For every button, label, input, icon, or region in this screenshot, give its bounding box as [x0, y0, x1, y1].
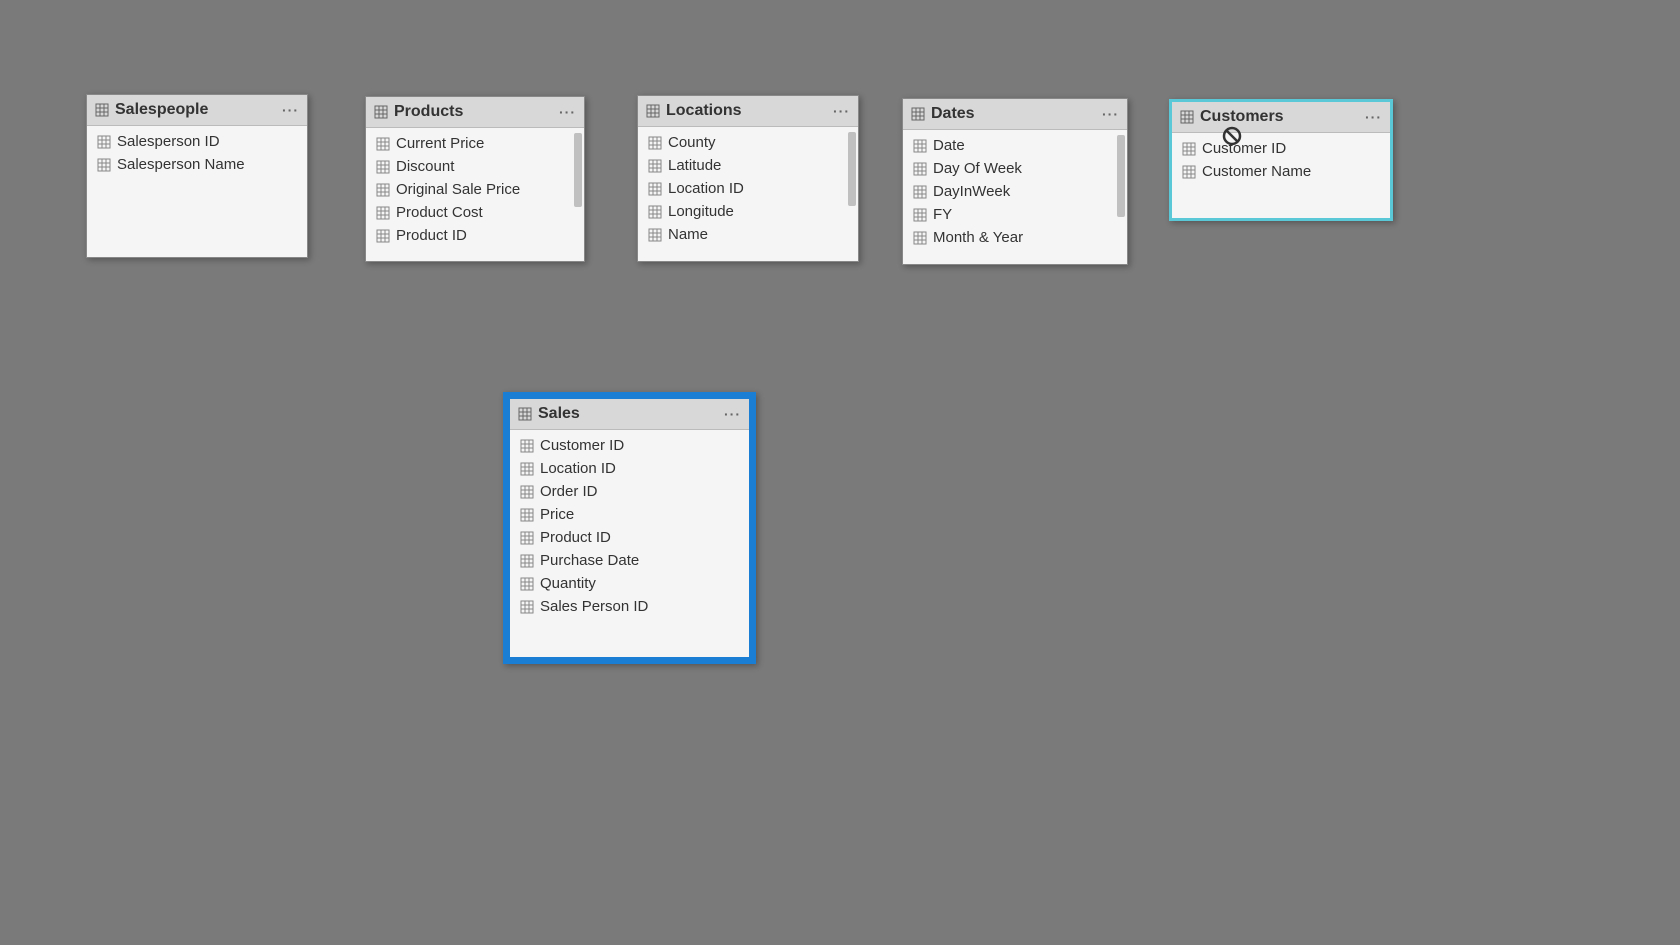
scrollbar[interactable] — [1117, 135, 1125, 217]
field-item[interactable]: Day Of Week — [903, 157, 1127, 180]
field-icon — [376, 206, 390, 220]
field-icon — [648, 228, 662, 242]
field-icon — [913, 162, 927, 176]
table-dates[interactable]: Dates ··· Date Day Of Week DayInWeek FY … — [902, 98, 1128, 265]
field-icon — [913, 139, 927, 153]
field-icon — [520, 600, 534, 614]
field-item[interactable]: County — [638, 131, 858, 154]
table-title: Salespeople — [115, 101, 208, 119]
field-item[interactable]: Salesperson Name — [87, 153, 307, 176]
table-header[interactable]: Salespeople ··· — [87, 95, 307, 126]
field-icon — [376, 229, 390, 243]
field-icon — [913, 208, 927, 222]
field-list: Customer ID Location ID Order ID Price P… — [510, 430, 749, 622]
table-title: Customers — [1200, 108, 1284, 126]
field-list: Current Price Discount Original Sale Pri… — [366, 128, 584, 251]
field-icon — [648, 136, 662, 150]
field-icon — [520, 531, 534, 545]
table-icon — [1180, 110, 1194, 124]
field-item[interactable]: Month & Year — [903, 226, 1127, 249]
field-item[interactable]: Quantity — [510, 572, 749, 595]
table-title: Products — [394, 103, 463, 121]
field-item[interactable]: Location ID — [510, 457, 749, 480]
table-icon — [374, 105, 388, 119]
more-options-icon[interactable]: ··· — [1102, 106, 1119, 122]
field-item[interactable]: Name — [638, 223, 858, 246]
field-icon — [1182, 165, 1196, 179]
field-icon — [648, 205, 662, 219]
table-header[interactable]: Customers ··· — [1172, 102, 1390, 133]
field-item[interactable]: Customer ID — [510, 434, 749, 457]
field-list: Date Day Of Week DayInWeek FY Month & Ye… — [903, 130, 1127, 253]
field-item[interactable]: Product Cost — [366, 201, 584, 224]
field-icon — [97, 135, 111, 149]
more-options-icon[interactable]: ··· — [724, 406, 741, 422]
field-icon — [648, 182, 662, 196]
field-icon — [520, 485, 534, 499]
table-icon — [911, 107, 925, 121]
field-item[interactable]: Product ID — [510, 526, 749, 549]
field-item[interactable]: Location ID — [638, 177, 858, 200]
field-icon — [648, 159, 662, 173]
field-icon — [913, 231, 927, 245]
more-options-icon[interactable]: ··· — [559, 104, 576, 120]
field-item[interactable]: Customer Name — [1172, 160, 1390, 183]
scrollbar[interactable] — [574, 133, 582, 207]
field-icon — [1182, 142, 1196, 156]
table-title: Sales — [538, 405, 580, 423]
more-options-icon[interactable]: ··· — [833, 103, 850, 119]
field-item[interactable]: DayInWeek — [903, 180, 1127, 203]
field-item[interactable]: Price — [510, 503, 749, 526]
table-title: Locations — [666, 102, 742, 120]
field-item[interactable]: Longitude — [638, 200, 858, 223]
field-icon — [520, 577, 534, 591]
field-item[interactable]: Original Sale Price — [366, 178, 584, 201]
field-item[interactable]: Date — [903, 134, 1127, 157]
field-list: Salesperson ID Salesperson Name — [87, 126, 307, 180]
field-item[interactable]: Current Price — [366, 132, 584, 155]
field-icon — [376, 137, 390, 151]
field-item[interactable]: Discount — [366, 155, 584, 178]
field-icon — [520, 508, 534, 522]
table-header[interactable]: Products ··· — [366, 97, 584, 128]
field-item[interactable]: Latitude — [638, 154, 858, 177]
scrollbar[interactable] — [848, 132, 856, 206]
table-products[interactable]: Products ··· Current Price Discount Orig… — [365, 96, 585, 262]
more-options-icon[interactable]: ··· — [1365, 109, 1382, 125]
field-icon — [520, 439, 534, 453]
field-list: County Latitude Location ID Longitude Na… — [638, 127, 858, 250]
field-item[interactable]: Salesperson ID — [87, 130, 307, 153]
table-customers[interactable]: Customers ··· Customer ID Customer Name — [1169, 99, 1393, 221]
field-icon — [913, 185, 927, 199]
table-icon — [95, 103, 109, 117]
field-icon — [97, 158, 111, 172]
field-item[interactable]: Order ID — [510, 480, 749, 503]
field-icon — [520, 554, 534, 568]
field-item[interactable]: Product ID — [366, 224, 584, 247]
field-icon — [376, 183, 390, 197]
table-header[interactable]: Sales ··· — [510, 399, 749, 430]
field-icon — [520, 462, 534, 476]
table-icon — [646, 104, 660, 118]
more-options-icon[interactable]: ··· — [282, 102, 299, 118]
field-item[interactable]: Customer ID — [1172, 137, 1390, 160]
table-title: Dates — [931, 105, 975, 123]
table-sales[interactable]: Sales ··· Customer ID Location ID Order … — [503, 392, 756, 664]
table-salespeople[interactable]: Salespeople ··· Salesperson ID Salespers… — [86, 94, 308, 258]
field-list: Customer ID Customer Name — [1172, 133, 1390, 187]
field-item[interactable]: Sales Person ID — [510, 595, 749, 618]
table-icon — [518, 407, 532, 421]
field-item[interactable]: Purchase Date — [510, 549, 749, 572]
table-locations[interactable]: Locations ··· County Latitude Location I… — [637, 95, 859, 262]
table-header[interactable]: Dates ··· — [903, 99, 1127, 130]
table-header[interactable]: Locations ··· — [638, 96, 858, 127]
field-item[interactable]: FY — [903, 203, 1127, 226]
field-icon — [376, 160, 390, 174]
